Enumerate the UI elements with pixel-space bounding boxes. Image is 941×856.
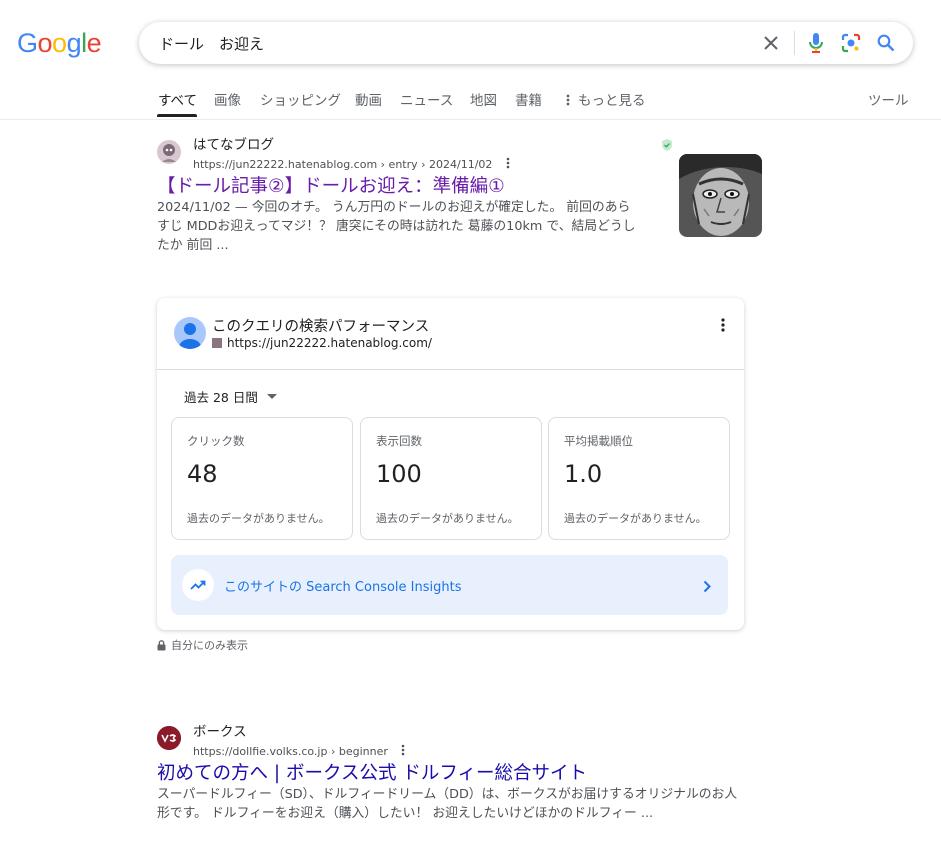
period-dropdown[interactable]: 過去 28 日間 [184, 387, 277, 406]
tools-button[interactable]: ツール [868, 89, 909, 109]
active-tab-indicator [157, 114, 197, 117]
hatena-favicon[interactable] [157, 140, 181, 164]
trending-up-icon [182, 569, 214, 601]
card-site-row: https://jun22222.hatenablog.com/ [212, 336, 432, 350]
tab-news[interactable]: ニュース [400, 89, 453, 109]
tab-all[interactable]: すべて [158, 89, 197, 109]
volks-favicon[interactable] [157, 726, 181, 750]
metric-clicks: クリック数 48 過去のデータがありません。 [171, 417, 353, 540]
result-menu-icon[interactable] [506, 154, 510, 173]
card-menu-icon[interactable] [721, 317, 725, 337]
search-performance-card: このクエリの検索パフォーマンス https://jun22222.hatenab… [157, 298, 744, 630]
verified-shield-icon [660, 137, 674, 156]
result-site-name[interactable]: はてなブログ [193, 133, 274, 153]
result-title-link[interactable]: 初めての方へ | ボークス公式 ドルフィー総合サイト [157, 759, 587, 785]
site-favicon-icon [212, 338, 222, 348]
lock-icon [157, 639, 166, 650]
result-url[interactable]: https://dollfie.volks.co.jp › beginner [193, 745, 388, 758]
tab-books[interactable]: 書籍 [515, 89, 542, 109]
metric-note: 過去のデータがありません。 [564, 512, 707, 525]
metric-value: 48 [187, 460, 218, 488]
chevron-right-icon [703, 578, 711, 597]
result-title-link[interactable]: 【ドール記事②】ドールお迎え：準備編① [157, 172, 505, 198]
metric-note: 過去のデータがありません。 [376, 512, 519, 525]
search-divider [794, 31, 795, 55]
search-input[interactable]: ドール お迎え [159, 33, 264, 54]
more-icon[interactable] [564, 92, 572, 111]
header-divider [0, 119, 941, 120]
dropdown-arrow-icon [266, 393, 277, 399]
metric-label: 平均掲載順位 [564, 434, 633, 448]
search-box[interactable]: ドール お迎え [139, 22, 913, 64]
private-note: 自分にのみ表示 [157, 637, 248, 653]
search-icon[interactable] [875, 32, 897, 54]
metric-value: 100 [376, 460, 422, 488]
clear-icon[interactable] [760, 32, 782, 54]
tab-videos[interactable]: 動画 [355, 89, 382, 109]
result-thumbnail[interactable] [679, 154, 762, 237]
tab-more[interactable]: もっと見る [578, 89, 646, 109]
result-url-row: https://dollfie.volks.co.jp › beginner [193, 740, 405, 760]
private-note-label: 自分にのみ表示 [171, 639, 248, 652]
search-console-insights-button[interactable]: このサイトの Search Console Insights [171, 555, 728, 615]
tab-shopping[interactable]: ショッピング [260, 89, 341, 109]
tab-images[interactable]: 画像 [214, 89, 241, 109]
metric-value: 1.0 [564, 460, 603, 488]
result-url-row: https://jun22222.hatenablog.com › entry … [193, 153, 510, 173]
result-snippet: 2024/11/02 — 今回のオチ。 うん万円のドールのお迎えが確定した。 前… [157, 200, 636, 253]
metric-note: 過去のデータがありません。 [187, 512, 330, 525]
result-menu-icon[interactable] [401, 741, 405, 760]
metric-label: 表示回数 [376, 434, 422, 448]
google-logo[interactable]: Google [17, 28, 102, 59]
card-title: このクエリの検索パフォーマンス [212, 319, 430, 335]
card-divider [157, 369, 744, 370]
microphone-icon[interactable] [805, 32, 827, 54]
avatar [174, 317, 206, 349]
tab-maps[interactable]: 地図 [470, 89, 497, 109]
metric-impressions: 表示回数 100 過去のデータがありません。 [360, 417, 542, 540]
result-snippet: スーパードルフィー（SD）、ドルフィードリーム（DD）は、ボークスがお届けするオ… [157, 787, 738, 821]
metric-avg-position: 平均掲載順位 1.0 過去のデータがありません。 [548, 417, 730, 540]
card-site-url: https://jun22222.hatenablog.com/ [227, 336, 432, 350]
period-label: 過去 28 日間 [184, 390, 258, 405]
insights-label: このサイトの Search Console Insights [224, 580, 462, 595]
metric-label: クリック数 [187, 434, 245, 448]
lens-icon[interactable] [840, 32, 862, 54]
result-url[interactable]: https://jun22222.hatenablog.com › entry … [193, 158, 492, 171]
result-site-name[interactable]: ボークス [193, 720, 247, 740]
